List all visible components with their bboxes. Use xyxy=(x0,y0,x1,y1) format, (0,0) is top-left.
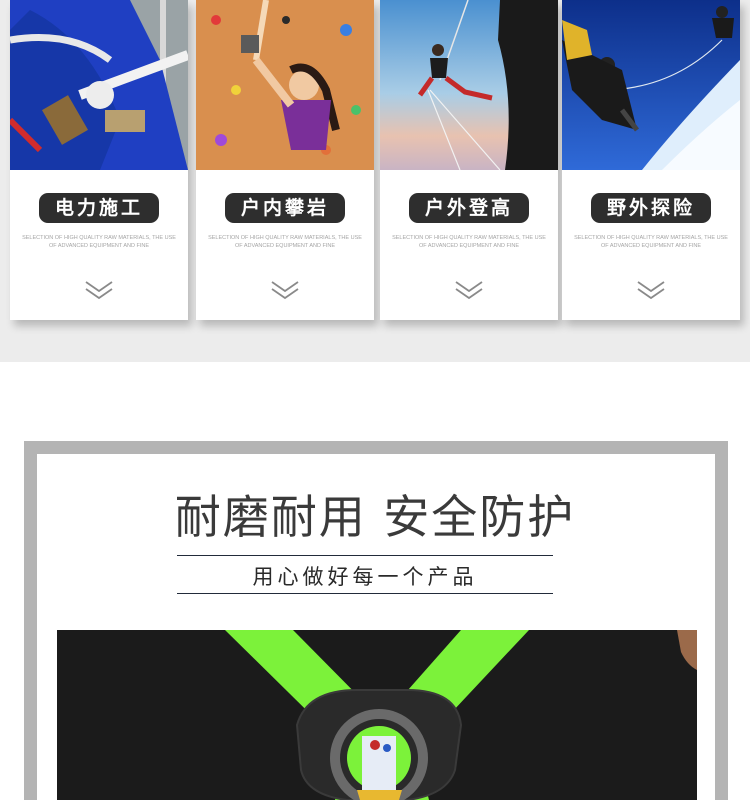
category-title: 电力施工 xyxy=(39,193,159,223)
indoor-climbing-photo xyxy=(196,0,374,170)
category-description: SELECTION OF HIGH QUALITY RAW MATERIALS,… xyxy=(208,235,362,249)
category-title: 野外探险 xyxy=(591,193,711,223)
category-card-power-construction[interactable]: 电力施工 SELECTION OF HIGH QUALITY RAW MATER… xyxy=(10,0,188,320)
category-description: SELECTION OF HIGH QUALITY RAW MATERIALS,… xyxy=(392,235,546,249)
outdoor-climbing-photo xyxy=(380,0,558,170)
field-expedition-photo xyxy=(562,0,740,170)
power-construction-worker-photo xyxy=(10,0,188,170)
divider xyxy=(177,555,553,556)
category-title: 户内攀岩 xyxy=(225,193,345,223)
category-description: SELECTION OF HIGH QUALITY RAW MATERIALS,… xyxy=(574,235,728,249)
category-card-indoor-climbing[interactable]: 户内攀岩 SELECTION OF HIGH QUALITY RAW MATER… xyxy=(196,0,374,320)
section-tagline: 用心做好每一个产品 xyxy=(252,565,478,589)
divider xyxy=(177,593,553,594)
safety-harness-photo xyxy=(57,630,697,800)
chevron-down-icon[interactable] xyxy=(454,279,484,301)
category-card-outdoor-climbing[interactable]: 户外登高 SELECTION OF HIGH QUALITY RAW MATER… xyxy=(380,0,558,320)
category-description: SELECTION OF HIGH QUALITY RAW MATERIALS,… xyxy=(22,235,176,249)
category-title: 户外登高 xyxy=(409,193,529,223)
section-headline: 耐磨耐用 安全防护 xyxy=(174,490,576,544)
chevron-down-icon[interactable] xyxy=(636,279,666,301)
category-card-field-expedition[interactable]: 野外探险 SELECTION OF HIGH QUALITY RAW MATER… xyxy=(562,0,740,320)
chevron-down-icon[interactable] xyxy=(270,279,300,301)
chevron-down-icon[interactable] xyxy=(84,279,114,301)
